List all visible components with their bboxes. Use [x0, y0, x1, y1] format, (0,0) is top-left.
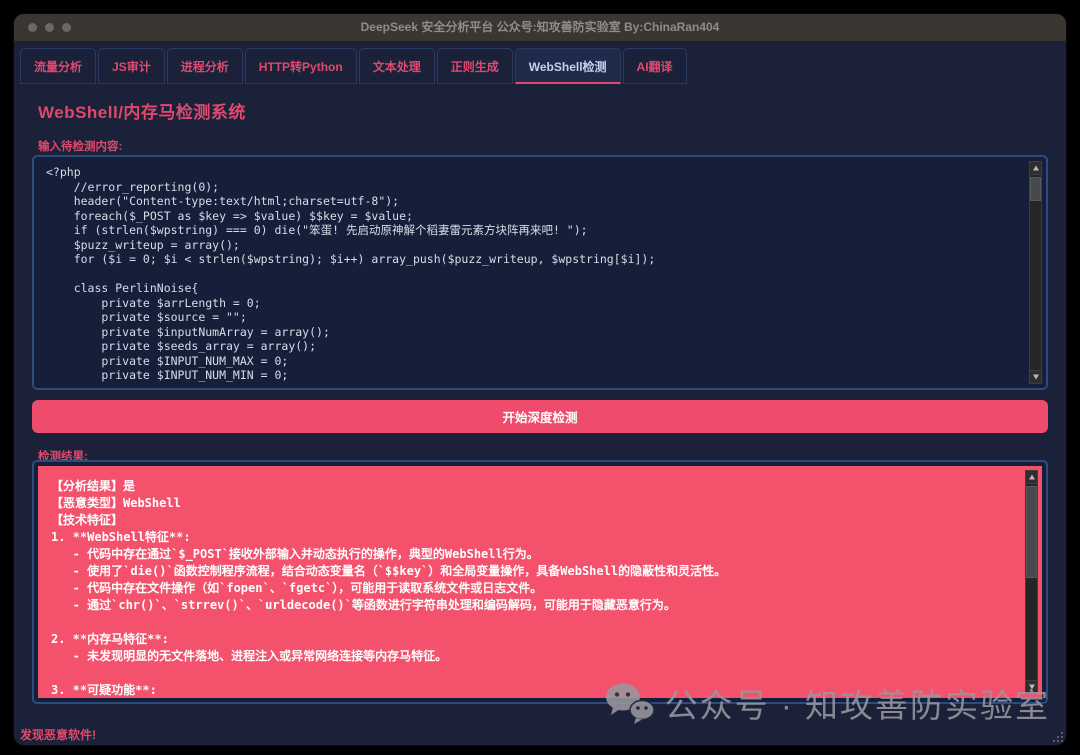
code-input[interactable]: <?php //error_reporting(0); header("Cont… [46, 165, 1020, 384]
result-text[interactable]: 【分析结果】是 【恶意类型】WebShell 【技术特征】 1. **WebSh… [51, 478, 1014, 698]
tab-js-audit[interactable]: JS审计 [98, 48, 165, 84]
tab-webshell-detection[interactable]: WebShell检测 [515, 48, 621, 84]
triangle-down-icon [1029, 685, 1035, 690]
scrollbar-track[interactable] [1030, 175, 1041, 370]
input-label: 输入待检测内容: [38, 138, 122, 154]
scroll-down-button[interactable] [1030, 370, 1041, 383]
tab-ai-translate[interactable]: AI翻译 [623, 48, 687, 84]
scrollbar-thumb[interactable] [1030, 177, 1041, 201]
scrollbar-thumb[interactable] [1026, 486, 1037, 578]
result-scrollbar[interactable] [1025, 470, 1038, 694]
result-text-area: 【分析结果】是 【恶意类型】WebShell 【技术特征】 1. **WebSh… [38, 466, 1042, 698]
tab-http-to-python[interactable]: HTTP转Python [245, 48, 357, 84]
desktop-background: DeepSeek 安全分析平台 公众号:知攻善防实验室 By:ChinaRan4… [0, 0, 1080, 755]
scroll-up-button[interactable] [1026, 471, 1037, 484]
resize-grip[interactable] [1052, 731, 1063, 742]
page-title: WebShell/内存马检测系统 [38, 98, 246, 123]
scroll-down-button[interactable] [1026, 680, 1037, 693]
result-panel: 【分析结果】是 【恶意类型】WebShell 【技术特征】 1. **WebSh… [32, 460, 1048, 704]
scrollbar-track[interactable] [1026, 484, 1037, 680]
tab-bar: 流量分析 JS审计 进程分析 HTTP转Python 文本处理 正则生成 Web… [20, 48, 689, 84]
window-title: DeepSeek 安全分析平台 公众号:知攻善防实验室 By:ChinaRan4… [14, 14, 1066, 41]
tab-traffic-analysis[interactable]: 流量分析 [20, 48, 96, 84]
detect-button[interactable]: 开始深度检测 [32, 400, 1048, 433]
scroll-up-button[interactable] [1030, 162, 1041, 175]
window-titlebar[interactable]: DeepSeek 安全分析平台 公众号:知攻善防实验室 By:ChinaRan4… [14, 14, 1066, 41]
triangle-up-icon [1029, 475, 1035, 480]
triangle-up-icon [1033, 166, 1039, 171]
triangle-down-icon [1033, 375, 1039, 380]
app-window: DeepSeek 安全分析平台 公众号:知攻善防实验室 By:ChinaRan4… [14, 14, 1066, 745]
code-input-panel: <?php //error_reporting(0); header("Cont… [32, 155, 1048, 390]
code-scrollbar[interactable] [1029, 161, 1042, 384]
tab-process-analysis[interactable]: 进程分析 [167, 48, 243, 84]
status-bar: 发现恶意软件! [20, 726, 96, 743]
tab-regex-generator[interactable]: 正则生成 [437, 48, 513, 84]
tab-text-processing[interactable]: 文本处理 [359, 48, 435, 84]
